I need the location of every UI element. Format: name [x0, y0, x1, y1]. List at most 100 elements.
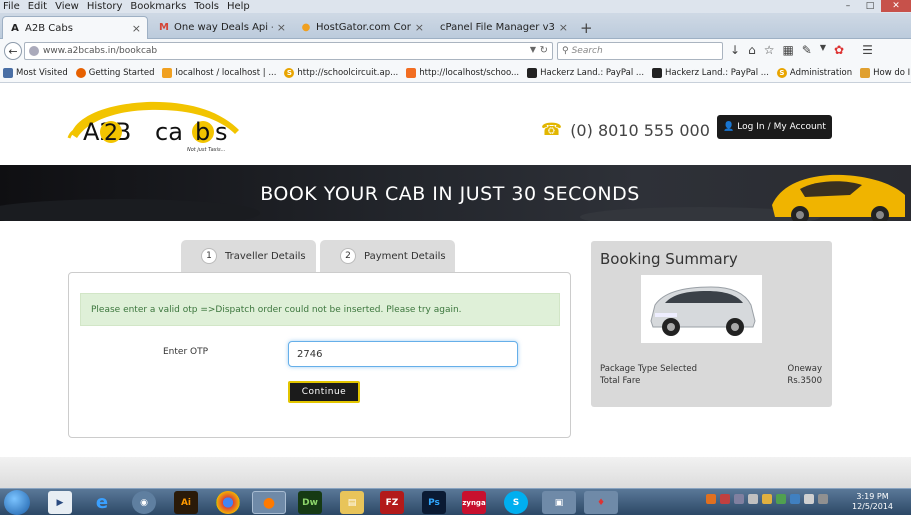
svg-text:b: b: [195, 118, 210, 146]
tab-title: cPanel File Manager v3: [440, 22, 555, 33]
logo-cabs-text: ca: [155, 118, 183, 146]
volume-icon[interactable]: [748, 494, 758, 504]
my-account-label[interactable]: My Account: [774, 122, 826, 132]
folder-icon[interactable]: ▤: [340, 491, 364, 514]
zynga-icon[interactable]: zynga: [462, 491, 486, 514]
bookmark-item[interactable]: How do I pass an extra...: [860, 67, 911, 78]
addon-icon[interactable]: ✎: [802, 43, 812, 57]
internet-explorer-icon[interactable]: e: [90, 491, 114, 514]
back-arrow-icon[interactable]: ←: [4, 42, 22, 60]
phone-number: (0) 8010 555 000: [570, 120, 710, 140]
bookmark-item[interactable]: Most Visited: [3, 67, 68, 78]
network-icon[interactable]: [790, 494, 800, 504]
globe-app-icon[interactable]: ◉: [132, 491, 156, 514]
menu-help[interactable]: Help: [227, 1, 250, 12]
tray-app-icon[interactable]: [776, 494, 786, 504]
window-controls: – □ ✕: [837, 0, 911, 13]
otp-input[interactable]: [288, 341, 518, 367]
reload-icon[interactable]: ↻: [540, 45, 548, 56]
bookmark-item[interactable]: Shttp://schoolcircuit.ap...: [284, 67, 398, 78]
pma-icon: [162, 67, 173, 78]
page-icon: [860, 67, 871, 78]
bookmark-item[interactable]: localhost / localhost | ...: [162, 67, 276, 78]
close-tab-icon[interactable]: ×: [132, 22, 141, 35]
bookmark-star-icon[interactable]: ☆: [764, 43, 775, 57]
hackerz-icon: [652, 67, 663, 78]
start-button-icon[interactable]: [4, 490, 30, 515]
download-icon[interactable]: ↓: [730, 43, 740, 57]
continue-button[interactable]: Continue: [288, 381, 360, 403]
hamburger-menu-icon[interactable]: ☰: [862, 43, 873, 57]
colorful-addon-icon[interactable]: ✿: [834, 43, 844, 57]
bookmark-item[interactable]: S Administration: [776, 67, 853, 78]
taskbar-clock[interactable]: 3:19 PM 12/5/2014: [852, 492, 893, 512]
hero-banner: BOOK YOUR CAB IN JUST 30 SECONDS: [0, 165, 911, 221]
url-text: www.a2bcabs.in/bookcab: [43, 46, 158, 56]
tab-payment-details[interactable]: 2 Payment Details: [320, 240, 455, 272]
phone-contact: ☎ (0) 8010 555 000: [541, 120, 710, 140]
minimize-icon[interactable]: –: [837, 0, 859, 12]
clock-date: 12/5/2014: [852, 502, 894, 511]
tab-title: A2B Cabs: [25, 22, 73, 34]
close-tab-icon[interactable]: ×: [415, 21, 424, 34]
close-tab-icon[interactable]: ×: [277, 21, 286, 34]
window-app-icon[interactable]: ▣: [542, 491, 576, 514]
bookmark-item[interactable]: Getting Started: [75, 67, 154, 78]
tray-app-icon[interactable]: [762, 494, 772, 504]
login-account-button[interactable]: 👤 Log In / My Account: [717, 115, 832, 139]
system-tray: [706, 494, 828, 504]
tray-app-icon[interactable]: [734, 494, 744, 504]
photoshop-icon[interactable]: Ps: [422, 491, 446, 514]
menu-history[interactable]: History: [87, 1, 123, 12]
clock-time: 3:19 PM: [856, 492, 889, 501]
dreamweaver-icon[interactable]: Dw: [298, 491, 322, 514]
globe-icon: [29, 46, 39, 56]
login-label[interactable]: Log In: [737, 122, 764, 132]
bookmark-label: How do I pass an extra...: [873, 67, 911, 78]
tab-a2b-cabs[interactable]: A A2B Cabs ×: [2, 16, 148, 39]
bookmark-label: Administration: [789, 67, 853, 78]
bookmark-item[interactable]: Hackerz Land.: PayPal ...: [652, 67, 769, 78]
new-tab-icon[interactable]: +: [580, 19, 593, 37]
library-icon[interactable]: ▦: [782, 43, 793, 57]
dropdown-arrow-icon[interactable]: ▼: [530, 45, 536, 54]
illustrator-icon[interactable]: Ai: [174, 491, 198, 514]
close-tab-icon[interactable]: ×: [559, 21, 568, 34]
dropdown-arrow-icon[interactable]: ▼: [820, 43, 826, 57]
filezilla-icon[interactable]: FZ: [380, 491, 404, 514]
s-icon: S: [284, 67, 295, 78]
search-input[interactable]: ⚲ Search: [557, 42, 723, 60]
otp-form: Please enter a valid otp =>Dispatch orde…: [68, 272, 571, 438]
maximize-icon[interactable]: □: [859, 0, 881, 12]
tab-traveller-details[interactable]: 1 Traveller Details: [181, 240, 316, 272]
bookmark-item[interactable]: http://localhost/schoo...: [406, 67, 519, 78]
tab-one-way-deals[interactable]: M One way Deals Api - Add P... ×: [152, 16, 292, 39]
firefox-taskbar-icon[interactable]: ●: [252, 491, 286, 514]
tray-app-icon[interactable]: [720, 494, 730, 504]
menu-tools[interactable]: Tools: [194, 1, 219, 12]
menu-view[interactable]: View: [55, 1, 79, 12]
bookmark-item[interactable]: Hackerz Land.: PayPal ...: [527, 67, 644, 78]
media-player-icon[interactable]: ▶: [48, 491, 72, 514]
a2b-cabs-logo[interactable]: A2B 2 ca b s Not just Taxis...: [67, 94, 243, 158]
close-window-icon[interactable]: ✕: [881, 0, 911, 12]
toolbar-icons: ↓ ⌂ ☆ ▦ ✎ ▼ ✿ ☰: [730, 43, 873, 57]
svg-text:2: 2: [104, 121, 118, 146]
menu-bookmarks[interactable]: Bookmarks: [130, 1, 186, 12]
home-icon[interactable]: ⌂: [748, 43, 756, 57]
tab-bar: A A2B Cabs × M One way Deals Api - Add P…: [0, 13, 911, 39]
step-number: 1: [201, 248, 217, 264]
tray-app-icon[interactable]: [706, 494, 716, 504]
tray-app-icon[interactable]: [818, 494, 828, 504]
chrome-icon[interactable]: [216, 491, 240, 514]
url-bar[interactable]: www.a2bcabs.in/bookcab ▼ ↻: [24, 42, 553, 60]
total-fare-label: Total Fare: [600, 376, 641, 386]
cards-app-icon[interactable]: ♦: [584, 491, 618, 514]
tab-cpanel-file-manager[interactable]: cPanel File Manager v3 ×: [432, 16, 574, 39]
skype-icon[interactable]: S: [504, 491, 528, 514]
menu-file[interactable]: File: [3, 1, 20, 12]
flag-icon[interactable]: [804, 494, 814, 504]
banner-title: BOOK YOUR CAB IN JUST 30 SECONDS: [260, 183, 640, 205]
tab-hostgator[interactable]: ● HostGator.com Control Pa... ×: [294, 16, 430, 39]
menu-edit[interactable]: Edit: [28, 1, 47, 12]
